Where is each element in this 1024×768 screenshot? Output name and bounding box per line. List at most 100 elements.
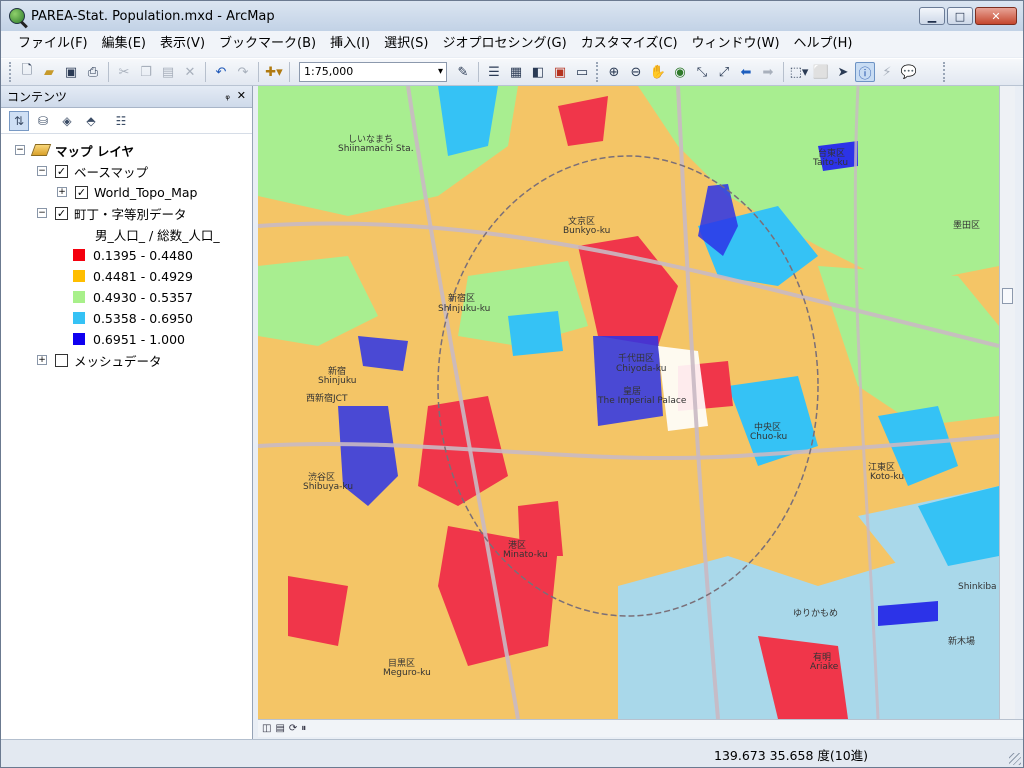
map-label: Shiinamachi Sta. <box>338 144 414 154</box>
add-data-icon[interactable]: ✚▾ <box>264 62 284 82</box>
delete-icon[interactable]: ✕ <box>180 62 200 82</box>
open-folder-icon[interactable]: ▰ <box>39 62 59 82</box>
layout-view-icon[interactable]: ▤ <box>275 723 284 734</box>
legend-swatch[interactable] <box>73 249 85 261</box>
legend-swatch[interactable] <box>73 333 85 345</box>
collapse-icon[interactable]: − <box>37 208 47 218</box>
collapse-icon[interactable]: − <box>15 145 25 155</box>
legend-swatch[interactable] <box>73 312 85 324</box>
pause-drawing-icon[interactable]: ⏸ <box>301 723 306 734</box>
cut-icon[interactable]: ✂ <box>114 62 134 82</box>
list-by-visibility-icon[interactable]: ◈ <box>57 111 77 131</box>
toolbar-grip[interactable] <box>9 62 13 82</box>
basemap-group-row[interactable]: − ✓ ベースマップ <box>37 161 148 181</box>
html-popup-icon[interactable]: 💬 <box>899 62 919 82</box>
map-label: Shibuya-ku <box>303 482 354 492</box>
catalog-icon[interactable]: ▦ <box>506 62 526 82</box>
copy-icon[interactable]: ❐ <box>136 62 156 82</box>
fixed-zoom-in-icon[interactable]: ⤡ <box>692 62 712 82</box>
identify-icon[interactable]: ⓘ <box>855 62 875 82</box>
data-layer-row[interactable]: − ✓ 町丁・字等別データ <box>37 203 187 223</box>
menu-customize[interactable]: カスタマイズ(C) <box>574 31 685 57</box>
expand-icon[interactable]: + <box>57 187 67 197</box>
toolbar-grip[interactable] <box>596 62 600 82</box>
toc-toolbar: ⇅ ⛁ ◈ ⬘ ☷ <box>1 108 252 134</box>
table-of-contents-icon[interactable]: ☰ <box>484 62 504 82</box>
menu-geoprocessing[interactable]: ジオプロセシング(G) <box>435 31 573 57</box>
save-icon[interactable]: ▣ <box>61 62 81 82</box>
forward-extent-icon[interactable]: ➡ <box>758 62 778 82</box>
map-display[interactable]: しいなまち Shiinamachi Sta. 文京区 Bunkyo-ku 台東区… <box>258 86 999 719</box>
fixed-zoom-out-icon[interactable]: ⤢ <box>714 62 734 82</box>
resize-grip-icon[interactable] <box>1009 753 1021 765</box>
mesh-layer-checkbox[interactable] <box>55 353 68 367</box>
legend-class-row[interactable]: 0.4930 - 0.5357 <box>73 287 193 307</box>
menu-bookmarks[interactable]: ブックマーク(B) <box>212 31 323 57</box>
list-by-drawing-order-icon[interactable]: ⇅ <box>9 110 29 131</box>
paste-icon[interactable]: ▤ <box>158 62 178 82</box>
legend-class-row[interactable]: 0.5358 - 0.6950 <box>73 308 193 328</box>
print-icon[interactable]: ⎙ <box>83 62 103 82</box>
zoom-out-icon[interactable]: ⊖ <box>626 62 646 82</box>
legend-swatch[interactable] <box>73 291 85 303</box>
close-button[interactable]: ✕ <box>975 7 1017 25</box>
new-document-icon[interactable]: 🗋 <box>17 62 37 82</box>
back-extent-icon[interactable]: ⬅ <box>736 62 756 82</box>
refresh-icon[interactable]: ⟳ <box>289 723 297 734</box>
pan-icon[interactable]: ✋ <box>648 62 668 82</box>
status-bar: 139.673 35.658 度(10進) <box>1 739 1023 767</box>
map-label: Shinjuku <box>318 376 357 386</box>
list-by-selection-icon[interactable]: ⬘ <box>81 111 101 131</box>
maximize-button[interactable]: □ <box>947 7 973 25</box>
full-extent-icon[interactable]: ◉ <box>670 62 690 82</box>
arctoolbox-icon[interactable]: ▣ <box>550 62 570 82</box>
python-window-icon[interactable]: ▭ <box>572 62 592 82</box>
legend-class-row[interactable]: 0.1395 - 0.4480 <box>73 245 193 265</box>
map-label: 新宿区 <box>448 294 476 304</box>
mesh-layer-row[interactable]: + メッシュデータ <box>37 350 162 370</box>
menu-edit[interactable]: 編集(E) <box>95 31 153 57</box>
map-label: 新木場 <box>948 637 976 647</box>
select-features-icon[interactable]: ⬚▾ <box>789 62 809 82</box>
map-label: Koto-ku <box>870 472 905 482</box>
menu-file[interactable]: ファイル(F) <box>11 31 95 57</box>
data-layer-checkbox[interactable]: ✓ <box>55 206 68 220</box>
data-view-icon[interactable]: ◫ <box>262 723 271 734</box>
zoom-in-icon[interactable]: ⊕ <box>604 62 624 82</box>
world-topo-checkbox[interactable]: ✓ <box>75 185 88 199</box>
undo-icon[interactable]: ↶ <box>211 62 231 82</box>
map-vertical-scrollbar[interactable] <box>999 86 1015 719</box>
toolbar-separator <box>258 62 259 82</box>
legend-field-label: 男_人口_ / 総数_人口_ <box>95 227 220 243</box>
menu-help[interactable]: ヘルプ(H) <box>787 31 860 57</box>
list-by-source-icon[interactable]: ⛁ <box>33 111 53 131</box>
basemap-group-checkbox[interactable]: ✓ <box>55 164 68 178</box>
collapse-icon[interactable]: − <box>37 166 47 176</box>
select-elements-icon[interactable]: ➤ <box>833 62 853 82</box>
options-icon[interactable]: ☷ <box>111 111 131 131</box>
toc-close-icon[interactable]: ✕ <box>237 89 246 102</box>
menu-insert[interactable]: 挿入(I) <box>323 31 377 57</box>
map-layers-row[interactable]: − マップ レイヤ <box>15 140 134 160</box>
pin-icon[interactable]: ᵩ <box>225 89 230 102</box>
toolbar-grip[interactable] <box>943 62 947 82</box>
map-scale-dropdown[interactable]: 1:75,000 <box>299 62 447 82</box>
minimize-button[interactable]: ▁ <box>919 7 945 25</box>
legend-class-row[interactable]: 0.6951 - 1.000 <box>73 329 185 349</box>
menu-windows[interactable]: ウィンドウ(W) <box>685 31 787 57</box>
legend-swatch[interactable] <box>73 270 85 282</box>
world-topo-row[interactable]: + ✓ World_Topo_Map <box>57 182 197 202</box>
expand-icon[interactable]: + <box>37 355 47 365</box>
menu-selection[interactable]: 選択(S) <box>377 31 435 57</box>
scrollbar-thumb[interactable] <box>1002 288 1013 304</box>
legend-class-row[interactable]: 0.4481 - 0.4929 <box>73 266 193 286</box>
hyperlink-icon[interactable]: ⚡ <box>877 62 897 82</box>
menu-view[interactable]: 表示(V) <box>153 31 212 57</box>
map-label: Minato-ku <box>503 550 548 560</box>
map-label: Bunkyo-ku <box>563 226 611 236</box>
clear-selection-icon[interactable]: ⬜ <box>811 62 831 82</box>
editor-toolbar-icon[interactable]: ✎ <box>453 62 473 82</box>
map-label: Shinjuku-ku <box>438 304 491 314</box>
search-window-icon[interactable]: ◧ <box>528 62 548 82</box>
redo-icon[interactable]: ↷ <box>233 62 253 82</box>
